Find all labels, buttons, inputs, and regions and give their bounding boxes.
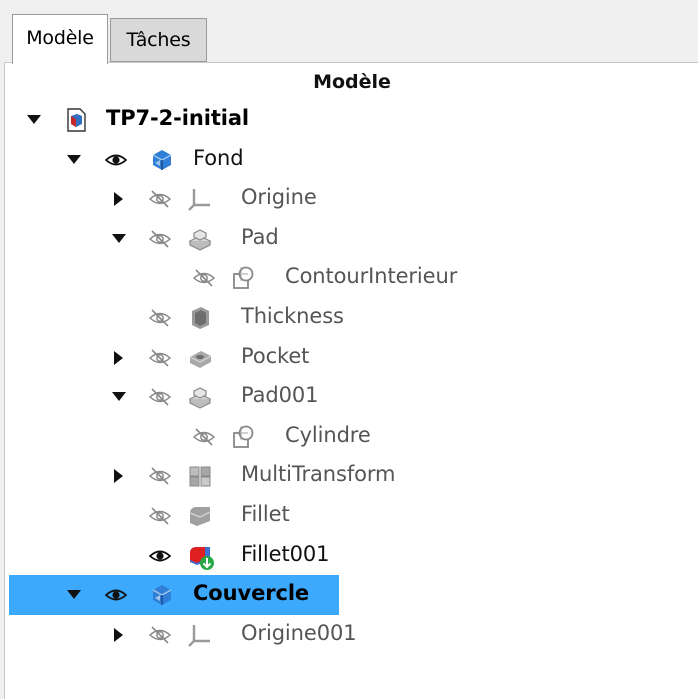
hidden-eye-icon[interactable]	[148, 308, 172, 328]
tree-item-label: Fillet	[241, 502, 290, 526]
expand-arrow-down-icon[interactable]	[110, 388, 128, 406]
tree-item[interactable]: Fillet001	[5, 536, 698, 576]
tab-taches[interactable]: Tâches	[110, 18, 207, 62]
tree-item[interactable]: Pad001	[5, 377, 698, 417]
hidden-eye-icon[interactable]	[148, 625, 172, 645]
visibility-eye-icon[interactable]	[104, 150, 128, 170]
tree-item[interactable]: Couvercle	[9, 575, 339, 615]
expand-arrow-down-icon[interactable]	[65, 151, 83, 169]
sketch-icon	[231, 424, 257, 450]
hidden-eye-icon[interactable]	[148, 189, 172, 209]
tree-item[interactable]: Origine	[5, 179, 698, 219]
tree-item-label: ContourInterieur	[285, 264, 458, 288]
expand-arrow-right-icon[interactable]	[110, 349, 128, 367]
hidden-eye-icon[interactable]	[192, 268, 216, 288]
pad-icon	[187, 384, 213, 410]
tree-item[interactable]: Origine001	[5, 615, 698, 655]
hidden-eye-icon[interactable]	[148, 466, 172, 486]
fillet-icon	[187, 503, 213, 529]
tree-item-label: Pad	[241, 225, 279, 249]
expand-arrow-down-icon[interactable]	[25, 111, 43, 129]
hidden-eye-icon[interactable]	[148, 506, 172, 526]
tree-item-label: Fond	[193, 146, 244, 170]
tree-item[interactable]: Fond	[5, 140, 698, 180]
visibility-eye-icon[interactable]	[148, 546, 172, 566]
tree-item[interactable]: Pocket	[5, 338, 698, 378]
thickness-icon	[187, 305, 213, 331]
sketch-icon	[231, 265, 257, 291]
tab-modele[interactable]: Modèle	[12, 14, 108, 64]
body-icon	[149, 582, 175, 608]
tree-item-label: Fillet001	[241, 542, 330, 566]
tree-item[interactable]: Fillet	[5, 496, 698, 536]
pocket-icon	[187, 345, 213, 371]
fillet-tip-icon	[187, 543, 214, 570]
expand-arrow-down-icon[interactable]	[110, 230, 128, 248]
document-icon	[63, 107, 89, 133]
tree-item[interactable]: Cylindre	[5, 417, 698, 457]
hidden-eye-icon[interactable]	[148, 229, 172, 249]
tree-item[interactable]: Pad	[5, 219, 698, 259]
body-icon	[149, 147, 175, 173]
hidden-eye-icon[interactable]	[192, 427, 216, 447]
tree-item[interactable]: Thickness	[5, 298, 698, 338]
tree-item-label: Origine001	[241, 621, 357, 645]
tree-item-label: Cylindre	[285, 423, 371, 447]
tree-item[interactable]: TP7-2-initial	[5, 100, 698, 140]
tree-view[interactable]: Modèle TP7-2-initial Fond Origine Pad Contou…	[4, 62, 698, 699]
tree-item-label: Thickness	[241, 304, 344, 328]
multitransform-icon	[187, 463, 213, 489]
origin-icon	[187, 186, 213, 212]
pad-icon	[187, 226, 213, 252]
tree-item-label: Origine	[241, 185, 317, 209]
model-panel: Modèle Tâches Modèle TP7-2-initial Fond Or…	[0, 0, 698, 699]
tree-item[interactable]: MultiTransform	[5, 456, 698, 496]
tree-item-label: Couvercle	[193, 581, 310, 605]
visibility-eye-icon[interactable]	[104, 585, 128, 605]
expand-arrow-right-icon[interactable]	[110, 190, 128, 208]
tree-item-label: Pad001	[241, 383, 319, 407]
tree-item-label: Pocket	[241, 344, 310, 368]
tree-item-label: MultiTransform	[241, 462, 396, 486]
origin-icon	[187, 622, 213, 648]
tab-bar: Modèle Tâches	[0, 0, 698, 66]
expand-arrow-right-icon[interactable]	[110, 467, 128, 485]
expand-arrow-right-icon[interactable]	[110, 626, 128, 644]
hidden-eye-icon[interactable]	[148, 387, 172, 407]
hidden-eye-icon[interactable]	[148, 348, 172, 368]
expand-arrow-down-icon[interactable]	[65, 586, 83, 604]
tree-item[interactable]: ContourInterieur	[5, 258, 698, 298]
tree-item-label: TP7-2-initial	[106, 106, 250, 130]
tree-header: Modèle	[313, 71, 391, 93]
